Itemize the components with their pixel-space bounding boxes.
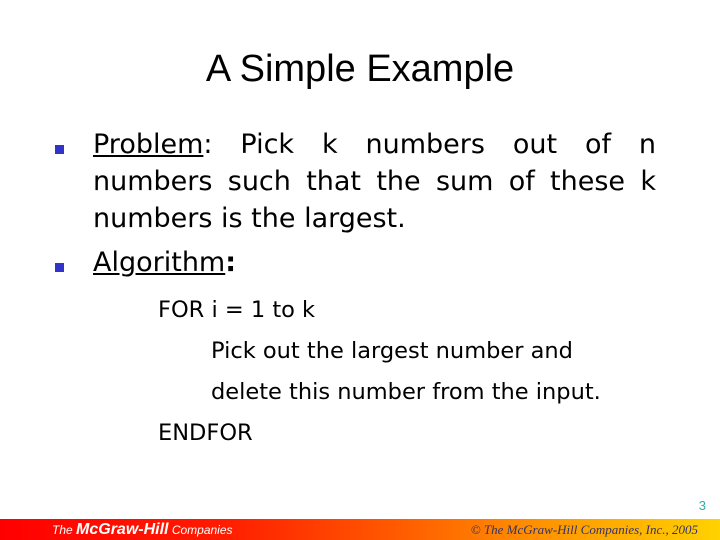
algorithm-line-for: FOR i = 1 to k: [158, 297, 316, 323]
mcgraw-hill-logo: The McGraw-Hill Companies: [52, 521, 233, 539]
algorithm-heading: Algorithm:: [93, 244, 656, 281]
logo-prefix: The: [52, 523, 77, 537]
algorithm-colon: :: [225, 247, 237, 278]
copyright-notice: © The McGraw-Hill Companies, Inc., 2005: [470, 522, 698, 537]
footer-bar: The McGraw-Hill Companies © The McGraw-H…: [0, 519, 720, 540]
logo-brand: McGraw-Hill: [76, 521, 169, 538]
bullet-square-icon: [55, 263, 64, 272]
algorithm-line-pick: Pick out the largest number and: [211, 338, 573, 364]
page-number: 3: [698, 498, 706, 513]
logo-suffix: Companies: [168, 523, 233, 537]
problem-paragraph: Problem: Pick k numbers out of n numbers…: [93, 126, 656, 237]
bullet-square-icon: [55, 145, 64, 154]
slide-title: A Simple Example: [205, 48, 515, 90]
problem-label: Problem: [93, 129, 204, 160]
algorithm-line-delete: delete this number from the input.: [211, 379, 601, 405]
algorithm-label: Algorithm: [93, 247, 226, 278]
problem-colon: :: [203, 129, 213, 160]
algorithm-line-endfor: ENDFOR: [158, 420, 253, 446]
